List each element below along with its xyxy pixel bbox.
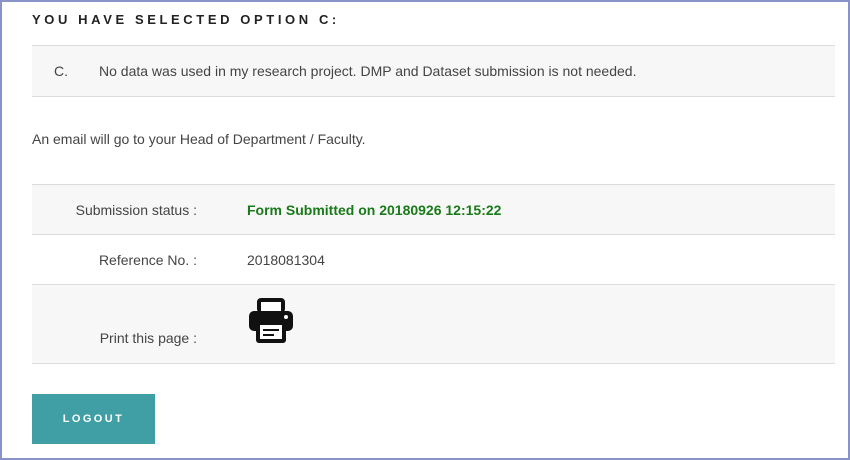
- submission-info-table: Submission status : Form Submitted on 20…: [32, 184, 835, 364]
- reference-number-label: Reference No. :: [98, 252, 197, 268]
- option-letter: C.: [54, 63, 68, 79]
- submission-status-label: Submission status :: [75, 202, 197, 218]
- printer-icon[interactable]: [246, 295, 296, 345]
- reference-number-row: Reference No. : 2018081304: [32, 234, 835, 284]
- submission-status-row: Submission status : Form Submitted on 20…: [32, 184, 835, 234]
- email-notice: An email will go to your Head of Departm…: [32, 131, 366, 147]
- option-description: No data was used in my research project.…: [99, 63, 637, 79]
- logout-button[interactable]: LOGOUT: [32, 394, 155, 444]
- page-frame: YOU HAVE SELECTED OPTION C: C. No data w…: [0, 0, 850, 460]
- reference-number-value: 2018081304: [247, 252, 325, 268]
- page-title: YOU HAVE SELECTED OPTION C:: [32, 12, 340, 27]
- selected-option-row: C. No data was used in my research proje…: [32, 45, 835, 97]
- submission-status-value: Form Submitted on 20180926 12:15:22: [247, 202, 502, 218]
- print-page-row: Print this page :: [32, 284, 835, 364]
- print-page-label: Print this page :: [99, 330, 197, 346]
